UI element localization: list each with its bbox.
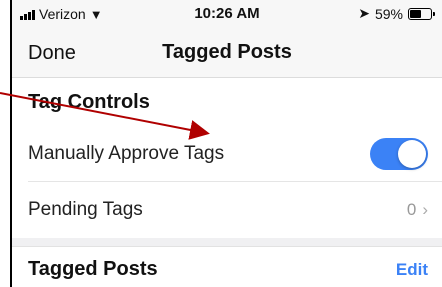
pending-tags-row[interactable]: Pending Tags 0 › xyxy=(12,182,442,238)
tagged-posts-section: Tagged Posts Edit xyxy=(12,246,442,287)
phone-screen: Verizon ▼ 10:26 AM ➤ 59% Done Tagged Pos… xyxy=(10,0,442,287)
pending-tags-count: 0 xyxy=(406,200,417,219)
manually-approve-label: Manually Approve Tags xyxy=(28,143,225,164)
manually-approve-toggle[interactable] xyxy=(370,138,428,170)
battery-icon xyxy=(408,7,435,20)
nav-bar: Done Tagged Posts xyxy=(12,28,442,78)
section-gap xyxy=(12,238,442,246)
pending-tags-label: Pending Tags xyxy=(28,199,143,220)
tag-controls-header: Tag Controls xyxy=(12,78,442,126)
manually-approve-row[interactable]: Manually Approve Tags xyxy=(12,126,442,182)
battery-fill xyxy=(410,9,421,18)
location-icon: ➤ xyxy=(358,5,370,21)
toggle-knob xyxy=(398,140,426,168)
battery-percent: 59% xyxy=(374,5,403,22)
page-title: Tagged Posts xyxy=(162,41,292,63)
tagged-posts-header: Tagged Posts xyxy=(28,258,158,280)
chevron-right-icon: › xyxy=(422,200,428,219)
status-bar: Verizon ▼ 10:26 AM ➤ 59% xyxy=(12,0,442,28)
pending-tags-value: 0 › xyxy=(407,200,428,220)
edit-button[interactable]: Edit xyxy=(396,260,428,280)
status-right: ➤ 59% xyxy=(358,5,435,22)
